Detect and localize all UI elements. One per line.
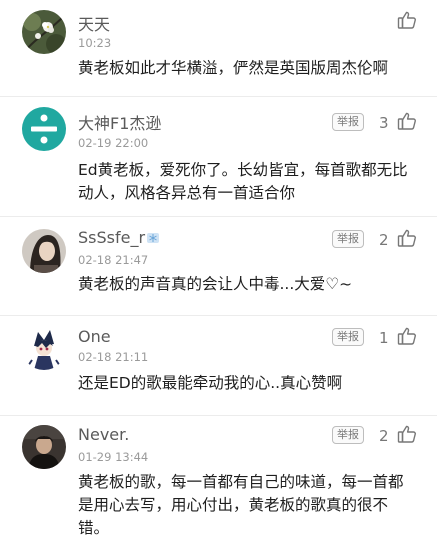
username[interactable]: SsSsfe_r	[78, 228, 160, 247]
comment-text: 还是ED的歌最能牵动我的心..真心赞啊	[78, 374, 343, 392]
timestamp: 02-18 21:11	[78, 350, 149, 364]
report-button[interactable]: 举报	[332, 328, 364, 346]
report-button[interactable]: 举报	[332, 426, 364, 444]
timestamp: 02-18 21:47	[78, 253, 149, 267]
comment-item: Never. 01-29 13:44 举报 2 黄老板的歌，每一首都有自己的味道…	[0, 416, 437, 551]
report-button[interactable]: 举报	[332, 230, 364, 248]
comment-item: 天天 10:23 黄老板如此才华横溢，俨然是英国版周杰伦啊	[0, 0, 437, 97]
username[interactable]: Never.	[78, 425, 129, 444]
avatar[interactable]	[22, 229, 66, 273]
comment-item: SsSsfe_r 02-18 21:47 举报 2 黄老板的声音真的会让人中毒.…	[0, 217, 437, 316]
comment-text: 黄老板的声音真的会让人中毒...大爱♡~	[78, 275, 353, 293]
like-count: 3	[379, 114, 389, 132]
thumbs-up-icon[interactable]	[397, 228, 417, 248]
username[interactable]: 大神F1杰逊	[78, 110, 161, 134]
timestamp: 02-19 22:00	[78, 136, 149, 150]
comment-item: One 02-18 21:11 举报 1 还是ED的歌最能牵动我的心..真心赞啊	[0, 316, 437, 416]
timestamp: 01-29 13:44	[78, 450, 149, 464]
like-count: 1	[379, 329, 389, 347]
username[interactable]: One	[78, 327, 111, 346]
thumbs-up-icon[interactable]	[397, 424, 417, 444]
thumbs-up-icon[interactable]	[397, 111, 417, 131]
comment-text: 黄老板如此才华横溢，俨然是英国版周杰伦啊	[78, 59, 389, 77]
avatar[interactable]	[22, 425, 66, 469]
report-button[interactable]: 举报	[332, 113, 364, 131]
comment-item: 大神F1杰逊 02-19 22:00 举报 3 Ed黄老板，爱死你了。长幼皆宜，…	[0, 97, 437, 217]
username[interactable]: 天天	[78, 11, 110, 35]
snowflake-emoji-icon	[147, 229, 160, 243]
avatar[interactable]	[22, 10, 66, 54]
thumbs-up-icon[interactable]	[397, 326, 417, 346]
like-count: 2	[379, 231, 389, 249]
thumbs-up-icon[interactable]	[397, 10, 417, 30]
username-text: SsSsfe_r	[78, 228, 146, 247]
comment-text: Ed黄老板，爱死你了。长幼皆宜，每首歌都无比动人，风格各异总有一首适合你	[78, 161, 408, 202]
like-count: 2	[379, 427, 389, 445]
avatar[interactable]	[22, 107, 66, 151]
timestamp: 10:23	[78, 36, 112, 50]
avatar[interactable]	[22, 326, 66, 370]
comment-text: 黄老板的歌，每一首都有自己的味道，每一首都是用心去写，用心付出，黄老板的歌真的很…	[78, 473, 404, 537]
